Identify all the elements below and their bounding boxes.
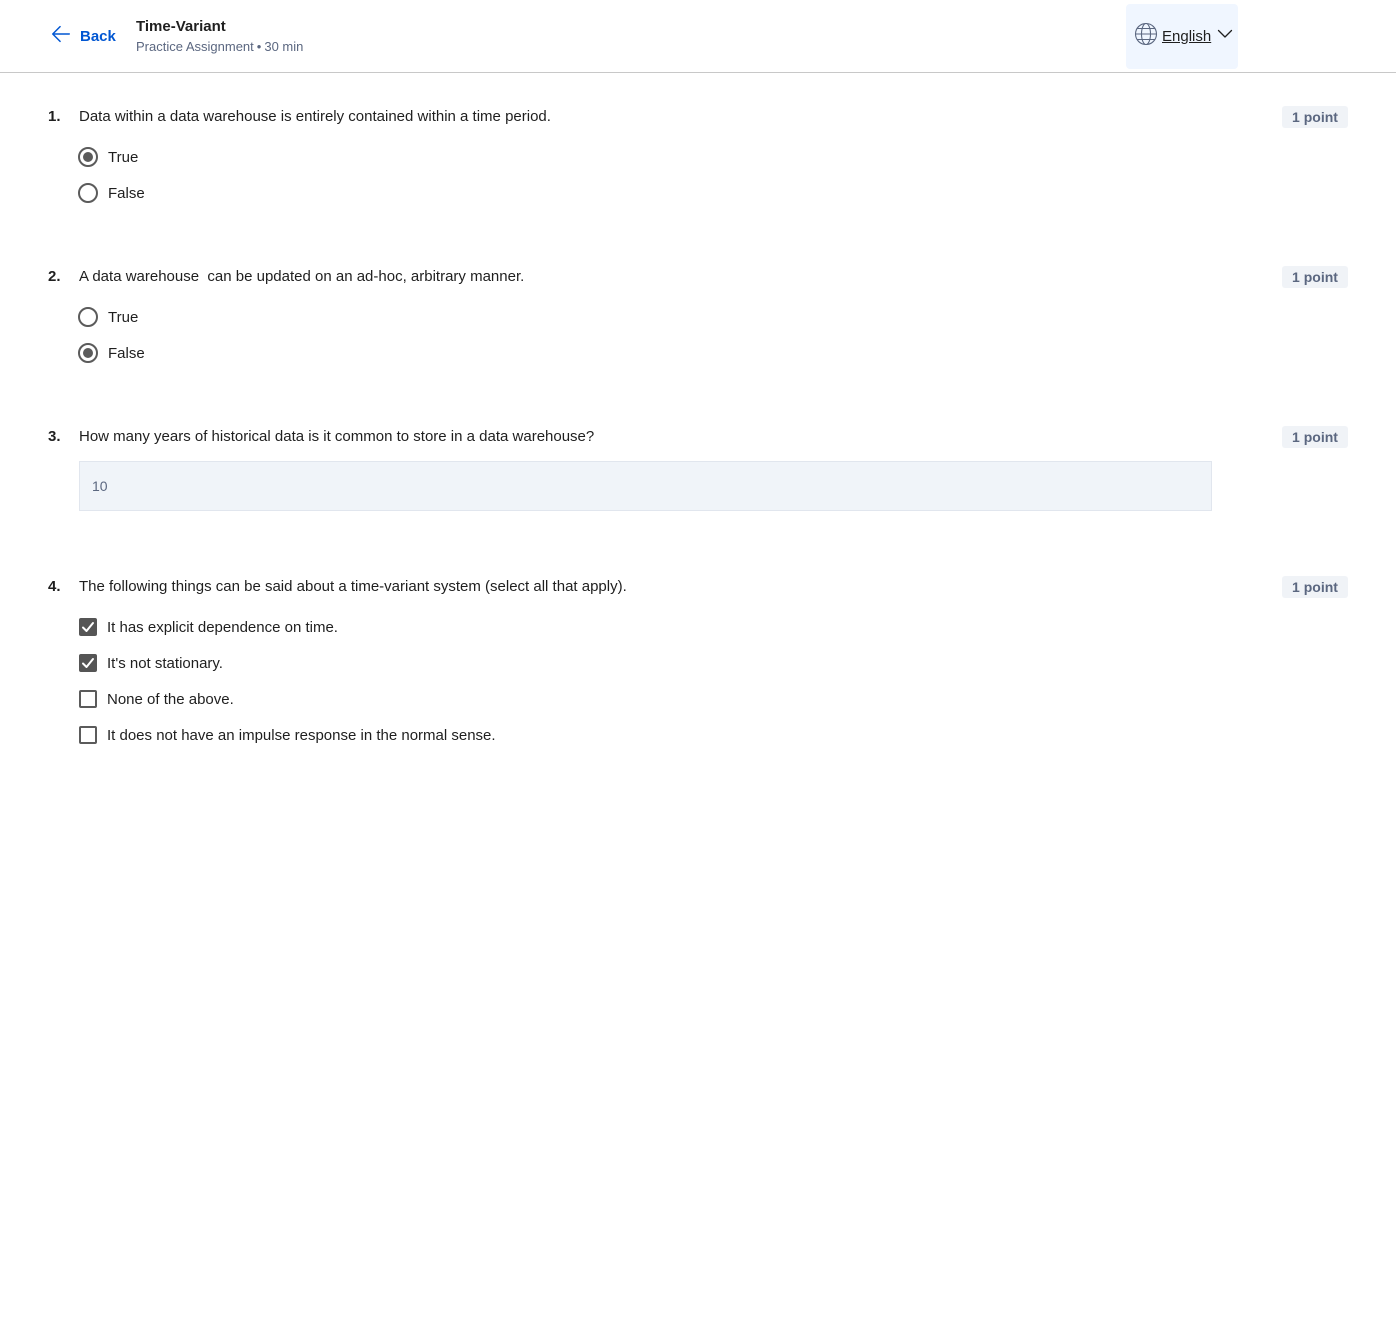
- option-true[interactable]: True: [78, 306, 138, 328]
- assignment-meta: Practice Assignment • 30 min: [136, 37, 303, 57]
- page-title: Time-Variant: [136, 18, 226, 35]
- checkbox[interactable]: [79, 690, 97, 708]
- question-text: Data within a data warehouse is entirely…: [79, 108, 551, 125]
- back-label: Back: [80, 27, 116, 45]
- points-badge: 1 point: [1282, 576, 1348, 598]
- answer-text-field[interactable]: 10: [79, 461, 1212, 511]
- option-label: True: [108, 148, 139, 166]
- top-header: Back Time-Variant Practice Assignment • 30…: [0, 0, 1396, 73]
- option-no-impulse-response[interactable]: It does not have an impulse response in …: [78, 724, 496, 746]
- assignment-duration: 30 min: [264, 39, 304, 54]
- checkbox-checked[interactable]: [79, 654, 97, 672]
- radio-button-selected[interactable]: [78, 147, 98, 167]
- back-button[interactable]: Back: [50, 24, 116, 48]
- option-false[interactable]: False: [78, 182, 145, 204]
- radio-button[interactable]: [78, 183, 98, 203]
- option-label: False: [108, 344, 145, 362]
- option-label: It has explicit dependence on time.: [107, 618, 338, 636]
- option-label: True: [108, 308, 139, 326]
- option-false[interactable]: False: [78, 342, 145, 364]
- chevron-down-icon: [1215, 26, 1233, 47]
- checkbox-checked[interactable]: [79, 618, 97, 636]
- question-text: The following things can be said about a…: [79, 578, 627, 595]
- question-text: A data warehouse can be updated on an ad…: [79, 268, 525, 285]
- arrow-left-icon: [50, 23, 72, 49]
- globe-icon: [1134, 22, 1158, 51]
- points-badge: 1 point: [1282, 266, 1348, 288]
- option-not-stationary[interactable]: It's not stationary.: [78, 652, 223, 674]
- assignment-header: Time-Variant Practice Assignment • 30 min: [136, 17, 303, 57]
- option-label: It's not stationary.: [107, 654, 223, 672]
- language-selector[interactable]: English: [1126, 4, 1238, 69]
- points-badge: 1 point: [1282, 426, 1348, 448]
- points-badge: 1 point: [1282, 106, 1348, 128]
- question-number: 4.: [48, 578, 61, 595]
- checkbox[interactable]: [79, 726, 97, 744]
- checkmark-icon: [82, 622, 94, 632]
- option-label: None of the above.: [107, 690, 234, 708]
- checkmark-icon: [82, 658, 94, 668]
- option-explicit-time-dependence[interactable]: It has explicit dependence on time.: [78, 616, 338, 638]
- option-label: False: [108, 184, 145, 202]
- assignment-type: Practice Assignment: [136, 39, 254, 54]
- option-true[interactable]: True: [78, 146, 138, 168]
- meta-separator: •: [256, 39, 262, 54]
- radio-button[interactable]: [78, 307, 98, 327]
- question-number: 2.: [48, 268, 61, 285]
- option-none-of-the-above[interactable]: None of the above.: [78, 688, 234, 710]
- option-label: It does not have an impulse response in …: [107, 726, 496, 744]
- question-text: How many years of historical data is it …: [79, 428, 595, 445]
- radio-button-selected[interactable]: [78, 343, 98, 363]
- language-label: English: [1162, 28, 1212, 45]
- question-number: 1.: [48, 108, 61, 125]
- question-number: 3.: [48, 428, 61, 445]
